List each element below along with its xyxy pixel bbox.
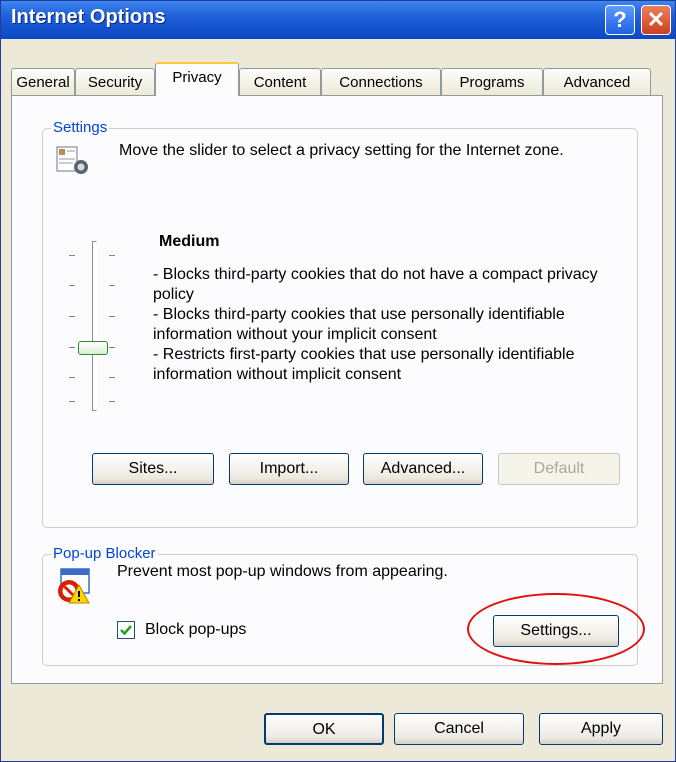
tab-advanced[interactable]: Advanced bbox=[543, 68, 651, 95]
slider-tick bbox=[109, 285, 115, 286]
block-popups-checkbox[interactable] bbox=[117, 621, 135, 639]
settings-description: Move the slider to select a privacy sett… bbox=[119, 142, 564, 159]
privacy-level-description: - Blocks third-party cookies that do not… bbox=[153, 265, 633, 385]
privacy-level-title: Medium bbox=[159, 233, 220, 250]
question-icon: ? bbox=[613, 7, 627, 32]
slider-tick bbox=[69, 285, 75, 286]
internet-options-window: Internet Options ? ✕ General Security Pr… bbox=[0, 0, 676, 762]
tab-connections[interactable]: Connections bbox=[321, 68, 441, 95]
popup-blocker-description: Prevent most pop-up windows from appeari… bbox=[117, 563, 448, 580]
privacy-level-line: - Blocks third-party cookies that use pe… bbox=[153, 306, 565, 343]
privacy-level-line: - Restricts first-party cookies that use… bbox=[153, 346, 575, 383]
block-popups-label[interactable]: Block pop-ups bbox=[145, 621, 246, 639]
popup-blocker-legend: Pop-up Blocker bbox=[51, 545, 158, 562]
slider-tick bbox=[109, 255, 115, 256]
tab-programs[interactable]: Programs bbox=[441, 68, 543, 95]
tab-general[interactable]: General bbox=[11, 68, 75, 95]
slider-tick bbox=[69, 401, 75, 402]
slider-tick bbox=[69, 316, 75, 317]
slider-thumb[interactable] bbox=[78, 341, 108, 355]
cancel-button[interactable]: Cancel bbox=[394, 713, 524, 745]
settings-legend: Settings bbox=[51, 119, 110, 136]
checkmark-icon bbox=[120, 625, 132, 636]
default-button[interactable]: Default bbox=[498, 453, 620, 485]
popup-blocker-icon bbox=[58, 568, 90, 604]
slider-tick bbox=[69, 347, 75, 348]
privacy-level-slider[interactable] bbox=[65, 241, 125, 411]
highlight-circle bbox=[467, 593, 645, 665]
import-button[interactable]: Import... bbox=[229, 453, 349, 485]
privacy-tab-panel: Settings Move the slider to select a pri… bbox=[11, 95, 663, 684]
tab-privacy[interactable]: Privacy bbox=[155, 62, 239, 96]
close-icon: ✕ bbox=[646, 7, 666, 32]
slider-tick bbox=[109, 347, 115, 348]
popup-blocker-group: Pop-up Blocker Prevent most pop-up windo… bbox=[42, 545, 645, 666]
help-button[interactable]: ? bbox=[605, 5, 635, 35]
tab-content[interactable]: Content bbox=[239, 68, 321, 95]
title-bar[interactable]: Internet Options ? ✕ bbox=[1, 1, 675, 39]
slider-tick bbox=[109, 316, 115, 317]
ok-button[interactable]: OK bbox=[264, 713, 384, 745]
tab-security[interactable]: Security bbox=[75, 68, 155, 95]
close-button[interactable]: ✕ bbox=[641, 5, 671, 35]
slider-tick bbox=[69, 255, 75, 256]
advanced-button[interactable]: Advanced... bbox=[363, 453, 483, 485]
apply-button[interactable]: Apply bbox=[539, 713, 663, 745]
slider-track bbox=[92, 241, 97, 411]
slider-tick bbox=[69, 377, 75, 378]
privacy-level-line: - Blocks third-party cookies that do not… bbox=[153, 266, 598, 303]
sites-button[interactable]: Sites... bbox=[92, 453, 214, 485]
privacy-zone-icon bbox=[56, 146, 88, 174]
window-title: Internet Options bbox=[11, 6, 166, 28]
settings-group: Settings Move the slider to select a pri… bbox=[42, 119, 638, 528]
slider-tick bbox=[109, 377, 115, 378]
slider-tick bbox=[109, 401, 115, 402]
